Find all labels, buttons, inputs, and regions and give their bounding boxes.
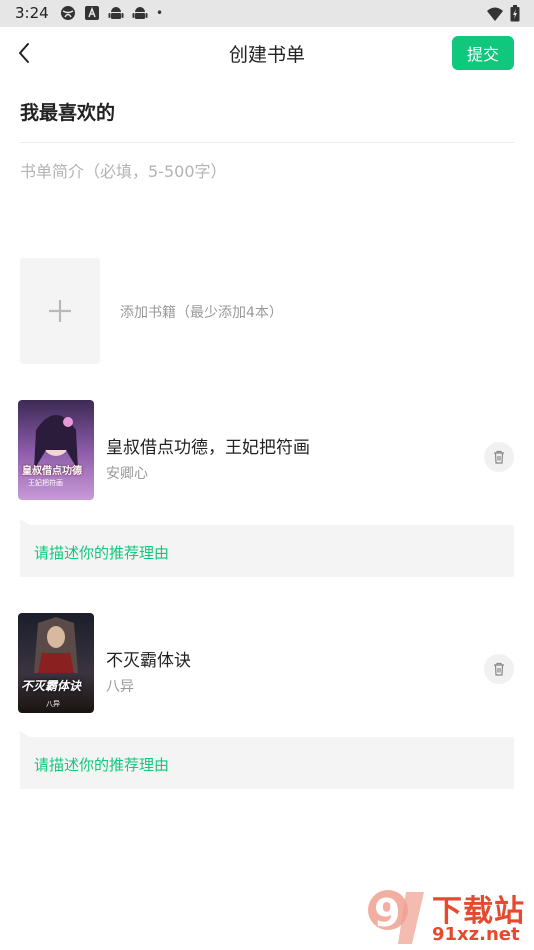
site-watermark: 9 下载站 91xz.net <box>362 886 534 950</box>
book-cover-title: 皇叔借点功德 <box>22 466 82 477</box>
status-time: 3:24 <box>15 4 49 22</box>
site-logo-icon: 9 <box>368 890 424 944</box>
logo-mark: 9 <box>374 891 400 935</box>
android-icon <box>108 7 124 19</box>
trash-icon <box>494 662 504 676</box>
battery-icon <box>510 5 520 22</box>
top-nav-bar: 创建书单 提交 <box>0 27 534 79</box>
android-icon <box>132 7 148 19</box>
book-cover-title: 不灭霸体诀 <box>21 679 82 693</box>
booklist-name[interactable]: 我最喜欢的 <box>20 98 115 125</box>
status-system-icons <box>486 5 520 22</box>
trash-icon <box>494 450 504 464</box>
reason-notch <box>20 519 30 525</box>
book-cover-subtitle: 王妃把符画 <box>28 479 63 487</box>
plus-icon <box>49 300 71 322</box>
recommend-reason-input[interactable]: 请描述你的推荐理由 <box>20 519 514 577</box>
book-cover-subtitle: 八异 <box>46 700 60 708</box>
book-cover-art <box>18 613 94 713</box>
divider <box>20 142 514 143</box>
add-book-button[interactable] <box>20 258 100 364</box>
reason-notch <box>20 731 30 737</box>
wifi-icon <box>487 7 503 21</box>
book-cover[interactable]: 皇叔借点功德 王妃把符画 <box>18 400 94 500</box>
font-a-icon <box>85 6 99 20</box>
delete-book-button[interactable] <box>484 442 514 472</box>
globe-icon <box>61 6 75 20</box>
submit-button[interactable]: 提交 <box>452 36 514 70</box>
watermark-line2: 91xz.net <box>432 924 520 945</box>
status-notification-icons: • <box>60 5 163 21</box>
status-bar: 3:24 • <box>0 0 534 27</box>
reason-placeholder: 请描述你的推荐理由 <box>34 756 170 774</box>
book-title: 不灭霸体诀 <box>106 651 191 671</box>
booklist-intro-input[interactable] <box>20 158 514 238</box>
delete-book-button[interactable] <box>484 654 514 684</box>
reason-placeholder: 请描述你的推荐理由 <box>34 544 170 562</box>
status-dot: • <box>156 6 164 20</box>
recommend-reason-input[interactable]: 请描述你的推荐理由 <box>20 731 514 789</box>
add-book-hint: 添加书籍（最少添加4本） <box>120 305 283 321</box>
book-author: 安卿心 <box>106 466 148 482</box>
book-author: 八异 <box>106 679 134 695</box>
book-cover[interactable]: 不灭霸体诀 八异 <box>18 613 94 713</box>
book-title: 皇叔借点功德，王妃把符画 <box>106 438 310 458</box>
